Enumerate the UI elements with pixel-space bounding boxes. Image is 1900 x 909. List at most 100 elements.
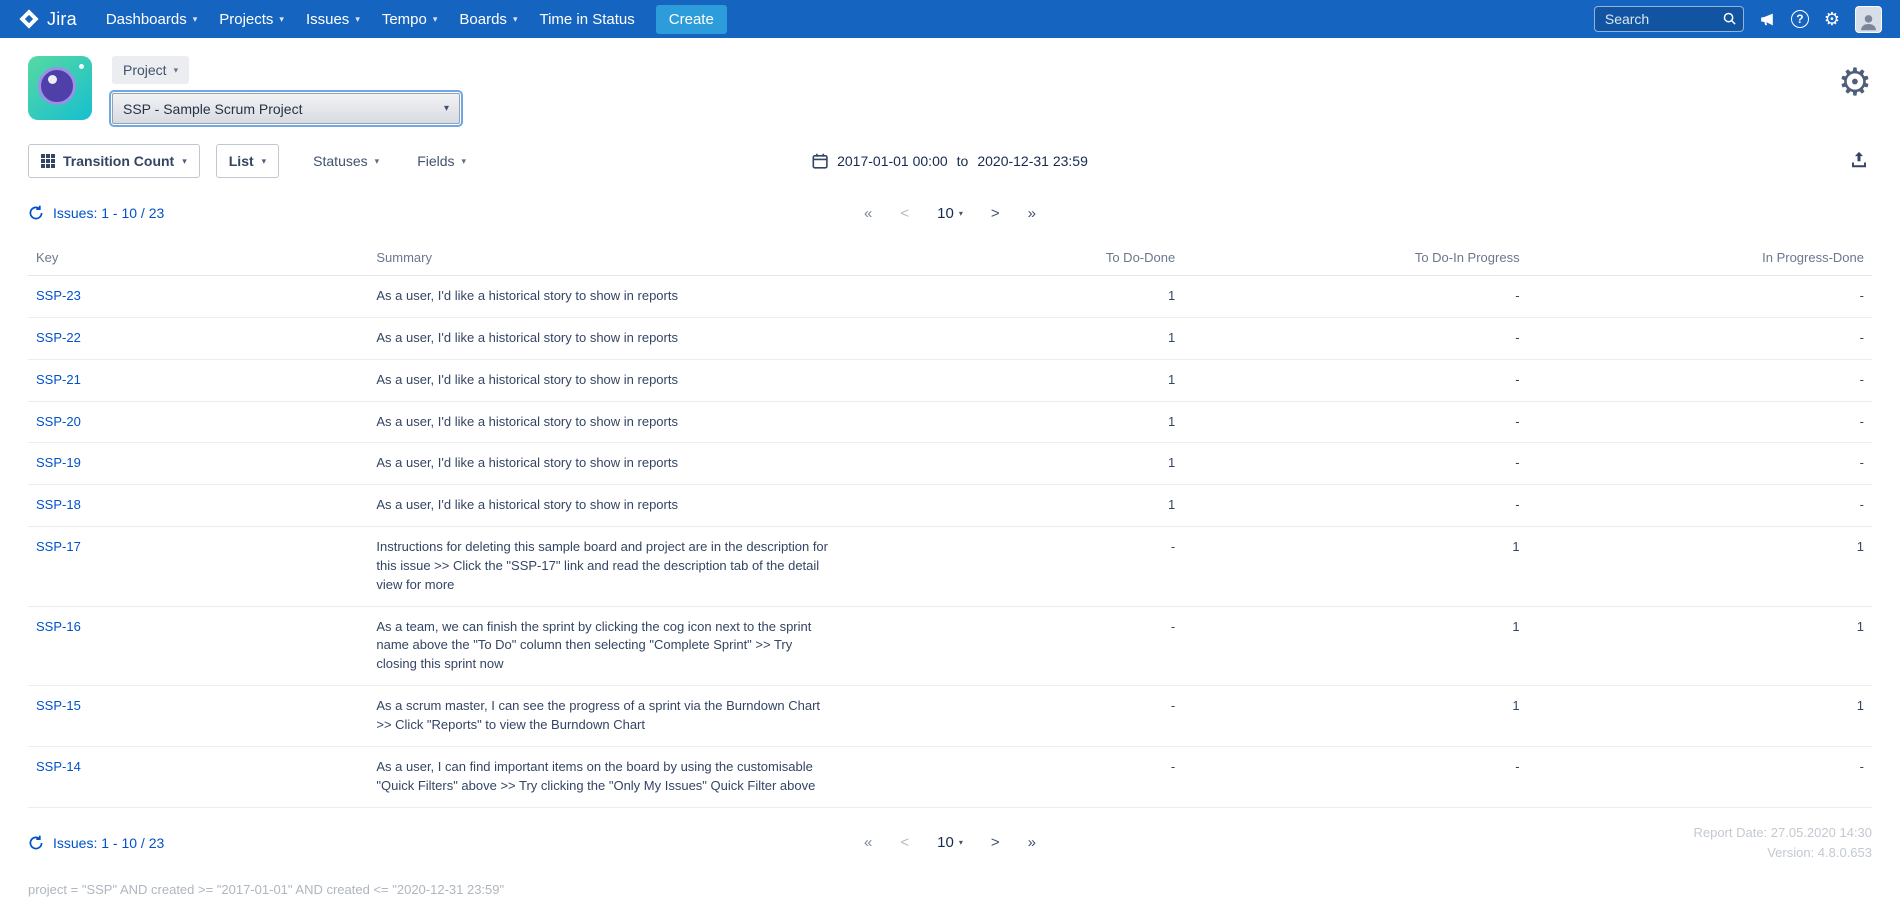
- metric-cell-to-do-in-progress: -: [1183, 401, 1527, 443]
- column-header-key: Key: [28, 240, 368, 276]
- issue-key-link[interactable]: SSP-17: [36, 539, 81, 554]
- statuses-dropdown[interactable]: Statuses ▾: [309, 145, 383, 177]
- pagination-prev[interactable]: <: [900, 834, 909, 851]
- issue-summary-cell: Instructions for deleting this sample bo…: [368, 527, 839, 607]
- table-row: SSP-20 As a user, I'd like a historical s…: [28, 401, 1872, 443]
- navbar-menu: Dashboards▾Projects▾Issues▾Tempo▾Boards▾…: [95, 0, 646, 38]
- metric-cell-to-do-in-progress: -: [1183, 359, 1527, 401]
- metric-cell-to-do-done: -: [839, 746, 1183, 807]
- pagination-next[interactable]: >: [991, 205, 1000, 222]
- table-row: SSP-15As a scrum master, I can see the p…: [28, 686, 1872, 747]
- metric-cell-to-do-in-progress: -: [1183, 276, 1527, 318]
- date-range[interactable]: 2017-01-01 00:00 to 2020-12-31 23:59: [812, 153, 1088, 169]
- issues-count-label: Issues: 1 - 10 / 23: [53, 835, 164, 851]
- pagination-top: « < 10 ▾ > »: [864, 205, 1036, 222]
- pagination-next[interactable]: >: [991, 834, 1000, 851]
- metric-cell-in-progress-done: 1: [1528, 527, 1872, 607]
- table-row: SSP-22As a user, I'd like a historical s…: [28, 317, 1872, 359]
- metric-cell-in-progress-done: 1: [1528, 686, 1872, 747]
- metric-cell-to-do-in-progress: -: [1183, 485, 1527, 527]
- view-mode-button[interactable]: List ▾: [216, 144, 279, 178]
- issue-key-link[interactable]: SSP-16: [36, 619, 81, 634]
- metric-cell-in-progress-done: -: [1528, 276, 1872, 318]
- pagination-last[interactable]: »: [1028, 834, 1036, 851]
- project-type-button[interactable]: Project ▾: [112, 56, 189, 84]
- nav-item-tempo[interactable]: Tempo▾: [371, 0, 449, 38]
- page-size-select[interactable]: 10 ▾: [937, 834, 963, 851]
- user-avatar[interactable]: [1855, 6, 1882, 33]
- nav-item-label: Dashboards: [106, 11, 187, 28]
- metric-cell-to-do-done: 1: [839, 359, 1183, 401]
- chevron-down-icon: ▾: [182, 156, 187, 167]
- issue-key-link[interactable]: SSP-14: [36, 759, 81, 774]
- report-type-label: Transition Count: [63, 153, 174, 169]
- metric-cell-in-progress-done: -: [1528, 317, 1872, 359]
- help-icon[interactable]: ?: [1791, 10, 1809, 28]
- project-controls: Project ▾ SSP - Sample Scrum Project ▾: [112, 56, 460, 124]
- metric-cell-to-do-in-progress: 1: [1183, 527, 1527, 607]
- chevron-down-icon: ▾: [279, 14, 284, 25]
- create-button[interactable]: Create: [656, 5, 727, 34]
- nav-item-time-in-status[interactable]: Time in Status: [528, 0, 645, 38]
- pagination-first[interactable]: «: [864, 205, 872, 222]
- issue-summary-cell: As a user, I'd like a historical story t…: [368, 276, 839, 318]
- settings-icon[interactable]: ⚙: [1824, 10, 1840, 28]
- navbar-right: ? ⚙: [1594, 6, 1882, 33]
- issue-key-link[interactable]: SSP-21: [36, 372, 81, 387]
- issue-key-link[interactable]: SSP-23: [36, 288, 81, 303]
- chevron-down-icon: ▾: [174, 65, 179, 76]
- issue-key-link[interactable]: SSP-19: [36, 455, 81, 470]
- metric-cell-in-progress-done: -: [1528, 359, 1872, 401]
- nav-item-issues[interactable]: Issues▾: [295, 0, 371, 38]
- issue-summary-cell: As a user, I'd like a historical story t…: [368, 359, 839, 401]
- nav-item-boards[interactable]: Boards▾: [448, 0, 528, 38]
- refresh-button[interactable]: [28, 205, 44, 221]
- table-row: SSP-14As a user, I can find important it…: [28, 746, 1872, 807]
- column-header-to-do-in-progress: To Do-In Progress: [1183, 240, 1527, 276]
- chevron-down-icon: ▾: [355, 14, 360, 25]
- issues-table: KeySummaryTo Do-DoneTo Do-In ProgressIn …: [28, 240, 1872, 808]
- alien-highlight: [48, 75, 57, 84]
- alien-avatar-icon: [38, 67, 76, 105]
- issue-key-cell: SSP-17: [28, 527, 368, 607]
- search-icon[interactable]: [1722, 11, 1737, 31]
- export-button[interactable]: [1846, 147, 1872, 176]
- metric-cell-to-do-in-progress: -: [1183, 317, 1527, 359]
- metric-cell-in-progress-done: -: [1528, 401, 1872, 443]
- page-size-value: 10: [937, 834, 954, 851]
- nav-item-projects[interactable]: Projects ▾: [208, 0, 295, 38]
- issue-summary-cell: As a user, I'd like a historical story t…: [368, 485, 839, 527]
- issue-summary-cell: As a user, I'd like a historical story t…: [368, 401, 839, 443]
- page-size-value: 10: [937, 205, 954, 222]
- metric-cell-to-do-done: -: [839, 527, 1183, 607]
- nav-item-dashboards[interactable]: Dashboards▾: [95, 0, 208, 38]
- jql-query-text: project = "SSP" AND created >= "2017-01-…: [0, 878, 1900, 909]
- issue-key-link[interactable]: SSP-18: [36, 497, 81, 512]
- issue-key-link[interactable]: SSP-15: [36, 698, 81, 713]
- jira-mark-icon: [18, 8, 40, 30]
- fields-dropdown[interactable]: Fields ▾: [413, 145, 470, 177]
- issue-key-cell: SSP-18: [28, 485, 368, 527]
- jira-logo[interactable]: Jira: [18, 8, 77, 30]
- project-select[interactable]: SSP - Sample Scrum Project ▾: [112, 93, 460, 124]
- table-row: SSP-17 Instructions for deleting this sam…: [28, 527, 1872, 607]
- metric-cell-in-progress-done: -: [1528, 746, 1872, 807]
- announcement-icon[interactable]: [1759, 11, 1776, 28]
- issue-key-link[interactable]: SSP-20: [36, 414, 81, 429]
- report-type-button[interactable]: Transition Count ▾: [28, 144, 200, 178]
- refresh-button[interactable]: [28, 835, 44, 851]
- pagination-prev[interactable]: <: [900, 205, 909, 222]
- grid-icon: [41, 154, 55, 168]
- table-row: SSP-23 As a user, I'd like a historical s…: [28, 276, 1872, 318]
- issue-key-link[interactable]: SSP-22: [36, 330, 81, 345]
- date-from: 2017-01-01 00:00: [837, 153, 948, 169]
- pagination-bottom: « < 10 ▾ > »: [864, 834, 1036, 851]
- report-settings-gear-icon[interactable]: ⚙: [1838, 64, 1872, 102]
- view-mode-label: List: [229, 153, 254, 169]
- brand-text: Jira: [47, 9, 77, 30]
- nav-item-label: Projects: [219, 11, 273, 28]
- pagination-last[interactable]: »: [1028, 205, 1036, 222]
- table-row: SSP-21 As a user, I'd like a historical s…: [28, 359, 1872, 401]
- page-size-select[interactable]: 10 ▾: [937, 205, 963, 222]
- pagination-first[interactable]: «: [864, 834, 872, 851]
